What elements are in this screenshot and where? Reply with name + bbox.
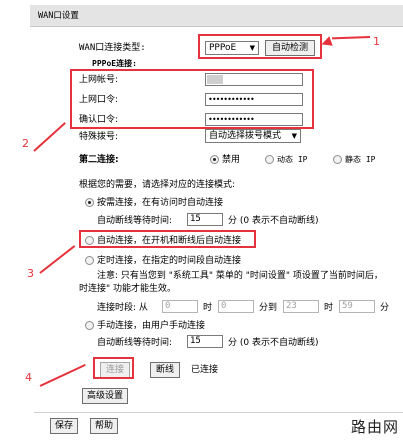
save-button[interactable]: 保存 — [50, 418, 78, 434]
mode-demand-label: 按需连接，在有访问时自动连接 — [97, 198, 224, 208]
second-conn-dynamic-label: 动态 IP — [277, 155, 308, 164]
period-to-label: 分到 — [259, 303, 278, 313]
connect-button[interactable]: 连接 — [100, 362, 130, 378]
confirm-password-label: 确认口令: — [79, 115, 119, 125]
password-input[interactable]: •••••••••••• — [205, 93, 303, 106]
account-label: 上网帐号: — [79, 75, 119, 85]
conn-type-value: PPPoE — [209, 43, 237, 53]
page-title: WAN口设置 — [30, 5, 403, 27]
annotation-number-2: 2 — [22, 137, 29, 150]
period-hour-unit-2: 时 — [324, 303, 334, 313]
second-conn-static-label: 静态 IP — [345, 155, 376, 164]
manual-idle-input[interactable]: 15 — [187, 335, 223, 348]
mode-manual-radio[interactable] — [85, 321, 94, 330]
second-conn-label: 第二连接: — [79, 155, 119, 165]
mode-timed-radio[interactable] — [85, 256, 94, 265]
dial-label: 特殊拨号: — [79, 132, 119, 142]
second-conn-static-radio[interactable] — [333, 155, 342, 164]
period-from-hour-input[interactable]: 0 — [162, 300, 198, 313]
timed-note-line1: 注意: 只有当您到 "系统工具" 菜单的 "时间设置" 项设置了当前时间后， — [97, 271, 383, 281]
advanced-settings-button[interactable]: 高级设置 — [82, 388, 128, 404]
manual-idle-label: 自动断线等待时间: — [97, 338, 173, 348]
period-label: 连接时段: 从 — [97, 303, 148, 313]
annotation-number-4: 4 — [25, 371, 32, 384]
pppoe-section-title: PPPoE连接: — [92, 59, 137, 68]
watermark-text: 路由网 — [350, 418, 399, 436]
dial-mode-select[interactable]: 自动选择拨号模式 ▼ — [205, 129, 301, 143]
demand-idle-unit: 分 (0 表示不自动断线) — [228, 216, 319, 226]
chevron-down-icon: ▼ — [291, 132, 297, 140]
confirm-password-input[interactable]: •••••••••••• — [205, 113, 303, 126]
help-button[interactable]: 帮助 — [90, 418, 118, 434]
disconnect-button[interactable]: 断线 — [150, 362, 180, 378]
second-conn-disable-label: 禁用 — [222, 155, 241, 165]
chevron-down-icon: ▼ — [249, 44, 255, 52]
period-minute-unit: 分 — [380, 303, 390, 313]
footer-divider — [34, 412, 403, 413]
connection-status: 已连接 — [191, 365, 219, 375]
account-redaction — [207, 75, 223, 84]
mode-auto-label: 自动连接，在开机和断线后自动连接 — [97, 236, 242, 246]
password-label: 上网口令: — [79, 95, 119, 105]
mode-intro-text: 根据您的需要，请选择对应的连接模式: — [79, 180, 236, 190]
dial-mode-value: 自动选择拨号模式 — [209, 131, 282, 141]
second-conn-disable-radio[interactable] — [210, 155, 219, 164]
mode-timed-label: 定时连接，在指定的时间段自动连接 — [97, 256, 242, 266]
demand-idle-label: 自动断线等待时间: — [97, 216, 173, 226]
mode-demand-radio[interactable] — [85, 198, 94, 207]
conn-type-label: WAN口连接类型: — [79, 43, 146, 53]
annotation-number-1: 1 — [373, 35, 380, 48]
timed-note-line2: 时连接" 功能才能生效。 — [79, 284, 177, 294]
conn-type-select[interactable]: PPPoE ▼ — [205, 41, 259, 55]
mode-auto-radio[interactable] — [85, 236, 94, 245]
manual-idle-unit: 分 (0 表示不自动断线) — [228, 338, 319, 348]
annotation-number-3: 3 — [27, 267, 34, 280]
period-from-minute-input[interactable]: 0 — [218, 300, 254, 313]
period-to-minute-input[interactable]: 59 — [339, 300, 375, 313]
auto-detect-button[interactable]: 自动检测 — [265, 40, 315, 56]
second-conn-dynamic-radio[interactable] — [265, 155, 274, 164]
period-hour-unit-1: 时 — [203, 303, 213, 313]
mode-manual-label: 手动连接，由用户手动连接 — [97, 321, 206, 331]
demand-idle-input[interactable]: 15 — [187, 213, 223, 226]
period-to-hour-input[interactable]: 23 — [283, 300, 319, 313]
